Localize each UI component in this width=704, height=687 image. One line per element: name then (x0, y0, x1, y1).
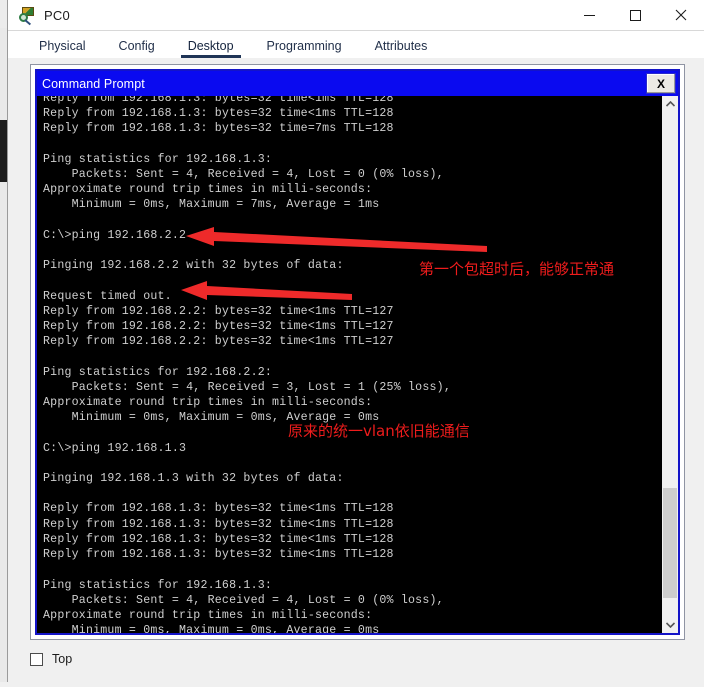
close-icon[interactable] (658, 0, 704, 30)
minimize-icon[interactable] (566, 0, 612, 30)
terminal-scrollbar[interactable] (661, 96, 678, 633)
scrollbar-thumb[interactable] (663, 488, 677, 598)
tab-physical[interactable]: Physical (30, 39, 95, 58)
command-prompt-close-button[interactable]: X (646, 73, 676, 94)
tab-attributes[interactable]: Attributes (366, 39, 437, 58)
scroll-down-arrow-icon[interactable] (662, 617, 678, 633)
window-titlebar: PC0 (8, 0, 704, 31)
command-prompt-title: Command Prompt (42, 76, 145, 91)
tab-config[interactable]: Config (110, 39, 164, 58)
top-checkbox[interactable] (30, 652, 43, 666)
top-checkbox-label: Top (52, 652, 73, 666)
terminal-output-area[interactable]: Reply from 192.168.1.3: bytes=32 time<1m… (37, 96, 678, 633)
background-window-strip-dark (0, 120, 7, 182)
scroll-up-arrow-icon[interactable] (662, 96, 678, 112)
command-prompt-titlebar: Command Prompt X (37, 71, 678, 96)
command-prompt-window: Command Prompt X Reply from 192.168.1.3:… (35, 69, 680, 635)
desktop-pane: Command Prompt X Reply from 192.168.1.3:… (30, 64, 685, 640)
screen: PC0 Physical Config Desktop Programming … (0, 0, 704, 682)
terminal-text: Reply from 192.168.1.3: bytes=32 time<1m… (43, 96, 451, 633)
tab-desktop[interactable]: Desktop (179, 39, 243, 58)
maximize-icon[interactable] (612, 0, 658, 30)
pc0-window: PC0 Physical Config Desktop Programming … (7, 0, 704, 682)
tab-programming[interactable]: Programming (258, 39, 351, 58)
bottom-bar: Top (30, 648, 72, 670)
window-title: PC0 (44, 7, 70, 23)
window-controls (566, 0, 704, 30)
packet-tracer-pc-icon (19, 6, 36, 25)
tab-bar: Physical Config Desktop Programming Attr… (8, 31, 704, 58)
